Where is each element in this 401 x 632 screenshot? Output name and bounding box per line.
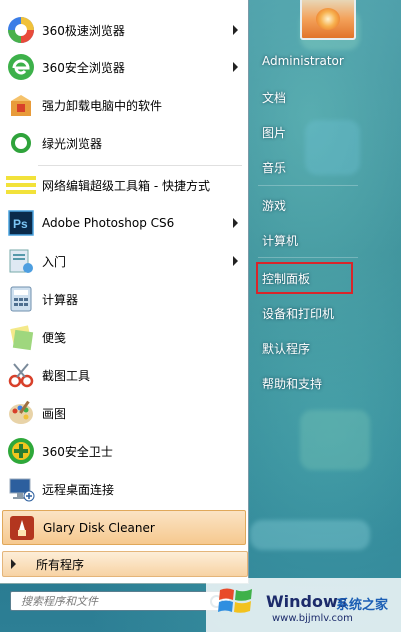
all-programs-label: 所有程序 [36, 557, 85, 572]
green-browser-icon [6, 128, 36, 158]
program-label: 截图工具 [42, 368, 91, 383]
desktop-blur-shape [305, 120, 360, 175]
windows-logo-icon [216, 581, 256, 621]
program-item-glary-disk-cleaner[interactable]: Glary Disk Cleaner [2, 510, 246, 545]
program-label: 360安全浏览器 [42, 60, 125, 75]
program-label: Adobe Photoshop CS6 [42, 216, 175, 230]
program-label: 网络编辑超级工具箱 - 快捷方式 [42, 178, 210, 193]
right-item-computer[interactable]: 计算机 [262, 232, 298, 249]
user-avatar[interactable] [300, 0, 356, 40]
right-item-games[interactable]: 游戏 [262, 197, 286, 214]
right-item-pictures[interactable]: 图片 [262, 124, 286, 141]
program-label: Glary Disk Cleaner [43, 520, 155, 535]
control-panel-highlight-box [256, 262, 353, 294]
program-item-photoshop[interactable]: Ps Adobe Photoshop CS6 [2, 205, 246, 241]
program-item-snipping-tool[interactable]: 截图工具 [2, 357, 246, 393]
expand-arrow-icon [11, 559, 16, 569]
program-label: 强力卸载电脑中的软件 [42, 98, 163, 113]
submenu-arrow-icon [233, 256, 238, 266]
submenu-arrow-icon [233, 62, 238, 72]
search-box[interactable] [10, 591, 230, 611]
right-separator [258, 257, 358, 258]
calculator-icon [6, 284, 36, 314]
program-item-toolbox-shortcut[interactable]: 网络编辑超级工具箱 - 快捷方式 [2, 167, 246, 203]
uninstall-box-icon [6, 90, 36, 120]
watermark-url: www.bjjmlv.com [272, 613, 353, 624]
program-item-360-security-guard[interactable]: 360安全卫士 [2, 433, 246, 469]
paint-palette-icon [6, 398, 36, 428]
photoshop-icon: Ps [6, 208, 36, 238]
360-safe-browser-icon [6, 52, 36, 82]
program-label: 入门 [42, 254, 67, 269]
svg-text:Ps: Ps [13, 217, 28, 231]
submenu-arrow-icon [233, 25, 238, 35]
program-label: 360安全卫士 [42, 444, 113, 459]
program-item-green-browser[interactable]: 绿光浏览器 [2, 125, 246, 161]
flower-picture-icon [316, 8, 340, 30]
watermark-site-name: 系统之家 [336, 598, 389, 613]
360-security-guard-icon [6, 436, 36, 466]
program-item-360-safe-browser[interactable]: 360安全浏览器 [2, 49, 246, 85]
program-label: 绿光浏览器 [42, 136, 103, 151]
program-item-sticky-notes[interactable]: 便笺 [2, 319, 246, 355]
program-item-remote-desktop[interactable]: 远程桌面连接 [2, 471, 246, 507]
program-label: 远程桌面连接 [42, 482, 115, 497]
program-label: 计算器 [42, 292, 79, 307]
program-label: 便笺 [42, 330, 67, 345]
desktop-blur-shape [250, 520, 370, 550]
right-item-devices-printers[interactable]: 设备和打印机 [262, 305, 334, 322]
menu-separator [38, 165, 242, 166]
submenu-arrow-icon [233, 218, 238, 228]
program-item-360-speed-browser[interactable]: 360极速浏览器 [2, 12, 246, 48]
search-input[interactable] [19, 593, 203, 609]
program-label: 画图 [42, 406, 67, 421]
snipping-tool-icon [6, 360, 36, 390]
user-name-link[interactable]: Administrator [262, 54, 344, 68]
disk-cleaner-icon [7, 513, 37, 543]
sticky-notes-icon [6, 322, 36, 352]
program-item-paint[interactable]: 画图 [2, 395, 246, 431]
all-programs-button[interactable]: 所有程序 [2, 551, 248, 577]
program-item-getting-started[interactable]: 入门 [2, 243, 246, 279]
getting-started-icon [6, 246, 36, 276]
toolbox-shortcut-icon [6, 170, 36, 200]
right-item-documents[interactable]: 文档 [262, 89, 286, 106]
remote-desktop-icon [6, 474, 36, 504]
right-separator [258, 185, 358, 186]
start-menu-programs-panel: 360极速浏览器 360安全浏览器 强力卸载电脑中的软件 绿光浏览器 网络编辑超… [0, 0, 249, 584]
360-speed-browser-icon [6, 15, 36, 45]
right-item-music[interactable]: 音乐 [262, 159, 286, 176]
desktop-blur-shape [300, 410, 370, 470]
right-item-help-support[interactable]: 帮助和支持 [262, 375, 322, 392]
program-item-uninstaller[interactable]: 强力卸载电脑中的软件 [2, 87, 246, 123]
program-item-calculator[interactable]: 计算器 [2, 281, 246, 317]
program-label: 360极速浏览器 [42, 23, 125, 38]
right-item-default-programs[interactable]: 默认程序 [262, 340, 310, 357]
